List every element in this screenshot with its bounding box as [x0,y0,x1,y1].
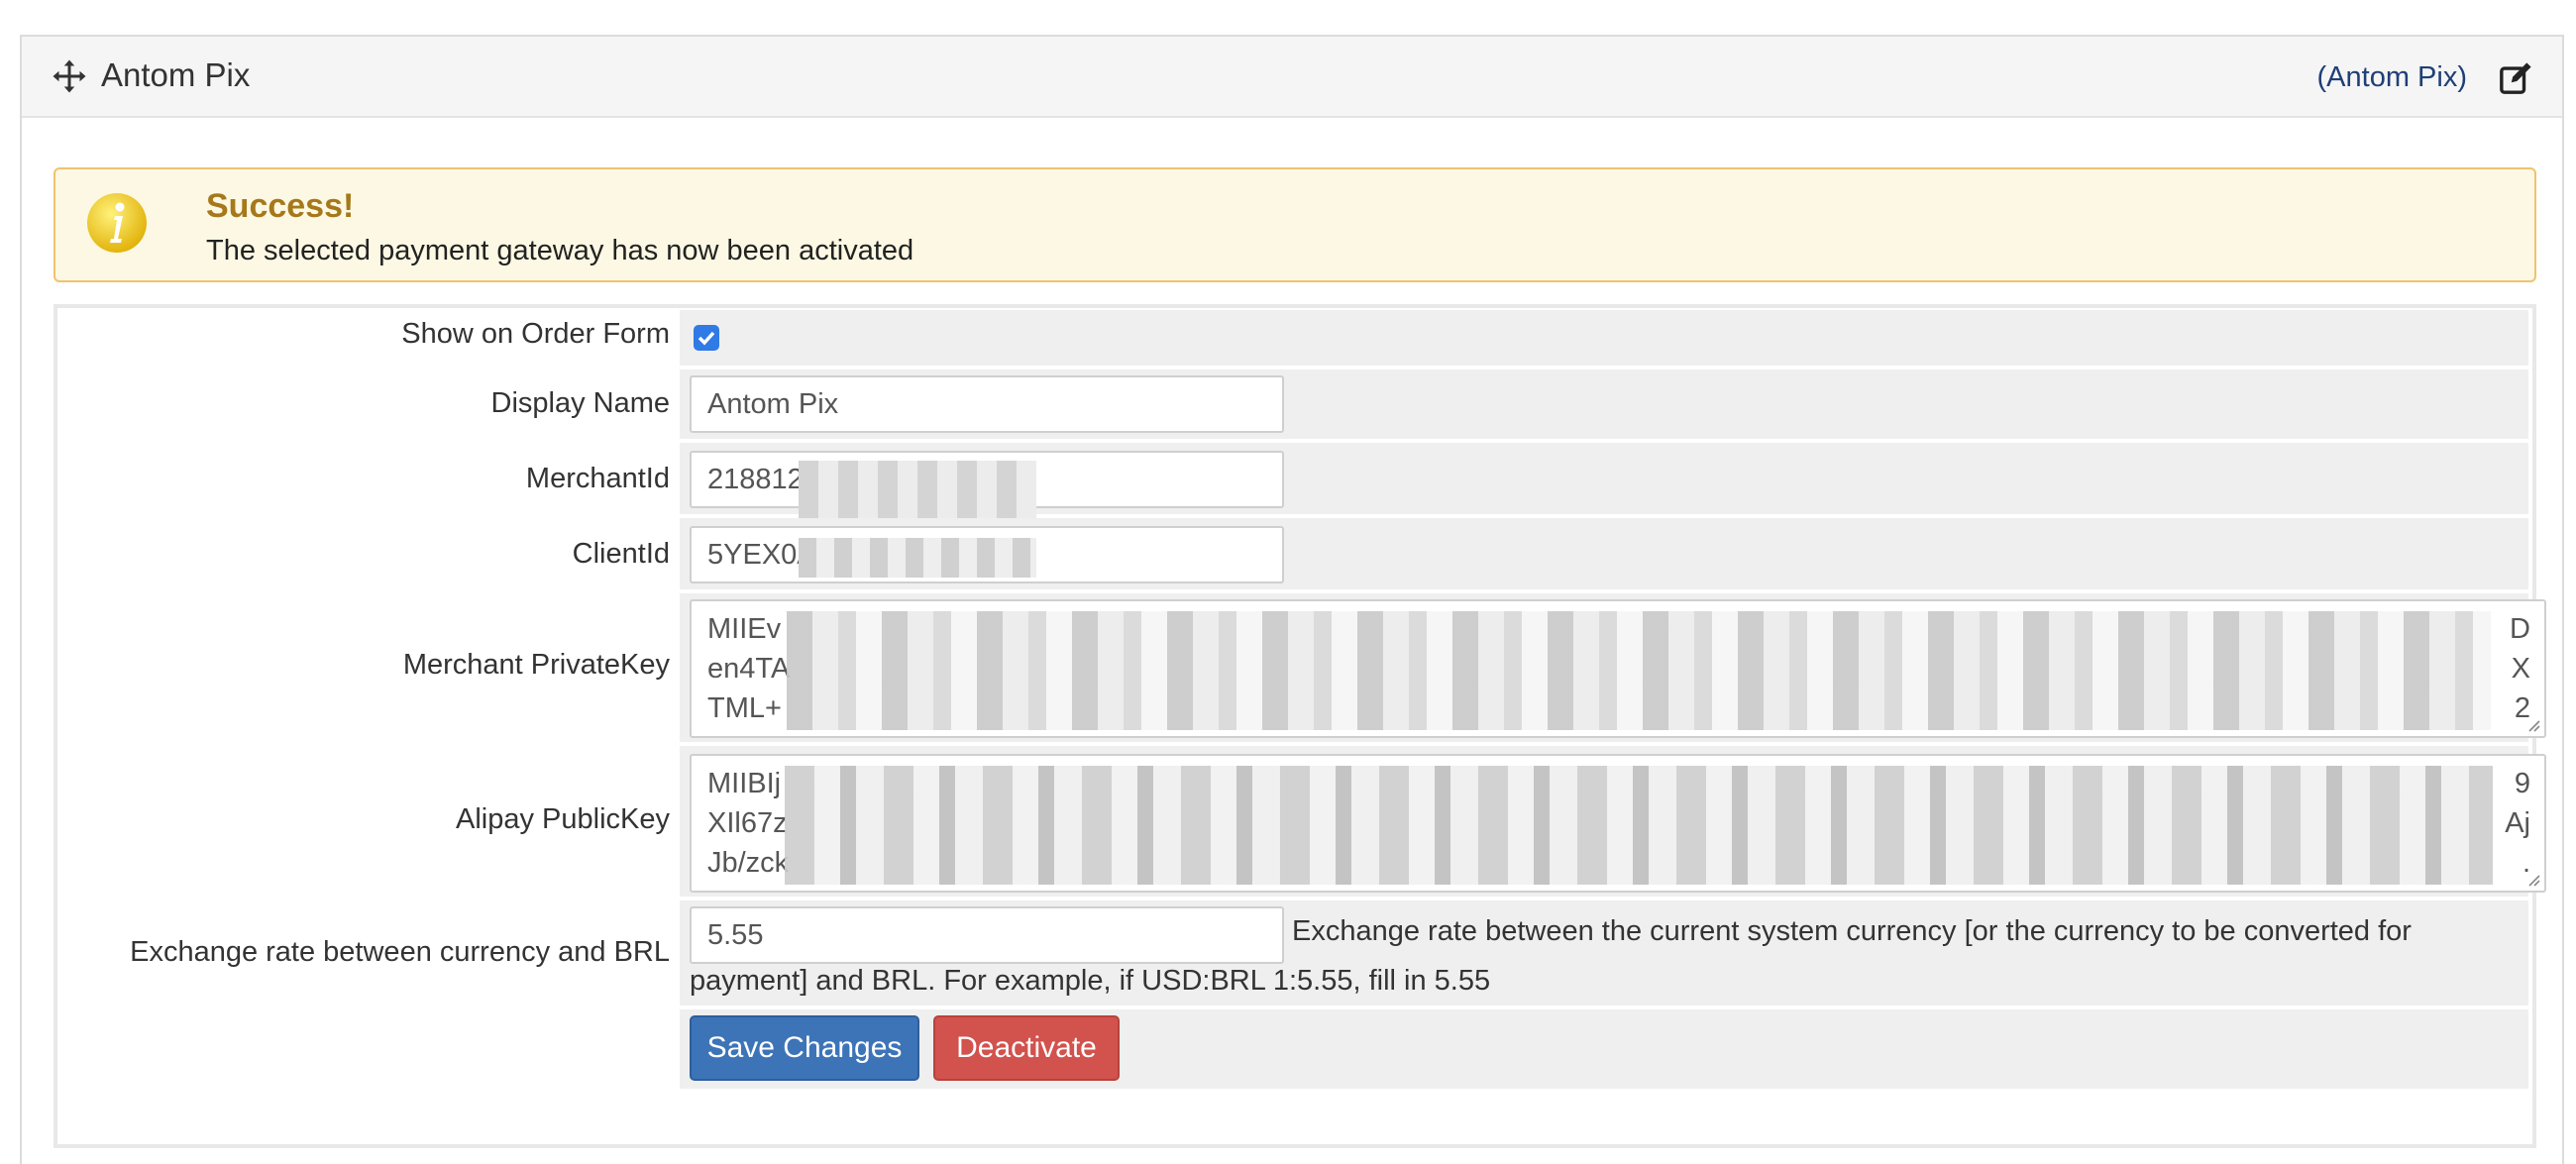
private-key-line: MIIEv [707,613,782,645]
gateway-name-link[interactable]: (Antom Pix) [2317,61,2467,94]
alipay-public-key-textarea[interactable]: MIIBIj XIl67z Jb/zck 9 Aj . [690,754,2546,893]
client-id-field [680,518,2528,589]
alipay-public-key-label: Alipay PublicKey [456,803,670,835]
exchange-rate-help-line1: Exchange rate between the current system… [1292,915,2412,947]
public-key-line: Jb/zck [707,847,790,879]
row-show-on-order-form: Show on Order Form [57,308,2532,368]
checkmark-icon [698,331,715,346]
info-icon [87,193,147,253]
deactivate-button[interactable]: Deactivate [933,1015,1120,1081]
alipay-public-key-field: MIIBIj XIl67z Jb/zck 9 Aj . [680,746,2546,897]
row-alipay-public-key: Alipay PublicKey MIIBIj XIl67z Jb/zck 9 … [57,744,2546,899]
redacted-block [785,766,2493,885]
edit-icon[interactable] [2499,61,2532,95]
show-on-order-form-label: Show on Order Form [401,318,670,350]
move-icon[interactable] [52,58,87,94]
success-alert: Success! The selected payment gateway ha… [54,167,2536,282]
display-name-label: Display Name [490,387,671,419]
actions-field: Save Changes Deactivate [680,1009,2528,1089]
gateway-settings-form: Show on Order Form Display Name Merchant… [54,304,2546,1148]
client-id-label: ClientId [572,538,670,570]
redacted-block [787,611,2491,730]
private-key-line-end: D [2510,613,2530,645]
alert-message: The selected payment gateway has now bee… [206,235,914,266]
row-client-id: ClientId [57,516,2532,591]
row-display-name: Display Name [57,368,2532,441]
exchange-rate-label: Exchange rate between currency and BRL [130,936,670,968]
merchant-private-key-field: MIIEv en4TA TML+ D X 2 [680,593,2546,742]
save-changes-button[interactable]: Save Changes [690,1015,919,1081]
merchant-id-label: MerchantId [525,463,670,494]
merchant-private-key-label: Merchant PrivateKey [402,649,670,681]
exchange-rate-field: Exchange rate between the current system… [680,900,2528,1005]
public-key-line: XIl67z [707,807,788,839]
gateway-panel: Antom Pix (Antom Pix) Success! The selec… [20,35,2564,1164]
resize-handle-icon[interactable] [2526,718,2540,732]
row-exchange-rate: Exchange rate between currency and BRL E… [57,899,2532,1007]
show-on-order-form-checkbox[interactable] [694,325,719,351]
redacted-block [799,461,1036,518]
row-actions: Save Changes Deactivate [57,1007,2532,1091]
display-name-input[interactable] [690,375,1284,433]
display-name-field [680,370,2528,439]
panel-title: Antom Pix [101,56,251,93]
row-merchant-private-key: Merchant PrivateKey MIIEv en4TA TML+ D X… [57,591,2546,744]
private-key-line: TML+ [707,692,782,724]
row-merchant-id: MerchantId [57,441,2532,518]
private-key-line: en4TA [707,653,791,685]
alert-title: Success! [206,187,355,225]
merchant-private-key-textarea[interactable]: MIIEv en4TA TML+ D X 2 [690,599,2546,738]
private-key-line-end: X [2511,653,2530,685]
panel-header: Antom Pix (Antom Pix) [22,37,2562,118]
redacted-block [799,538,1036,578]
public-key-line-end: Aj [2505,807,2530,839]
resize-handle-icon[interactable] [2526,873,2540,887]
public-key-line-end: 9 [2514,768,2530,799]
exchange-rate-help-line2: payment] and BRL. For example, if USD:BR… [690,965,1491,997]
public-key-line: MIIBIj [707,768,782,799]
merchant-id-field [680,443,2528,518]
show-on-order-form-field [680,310,2528,366]
